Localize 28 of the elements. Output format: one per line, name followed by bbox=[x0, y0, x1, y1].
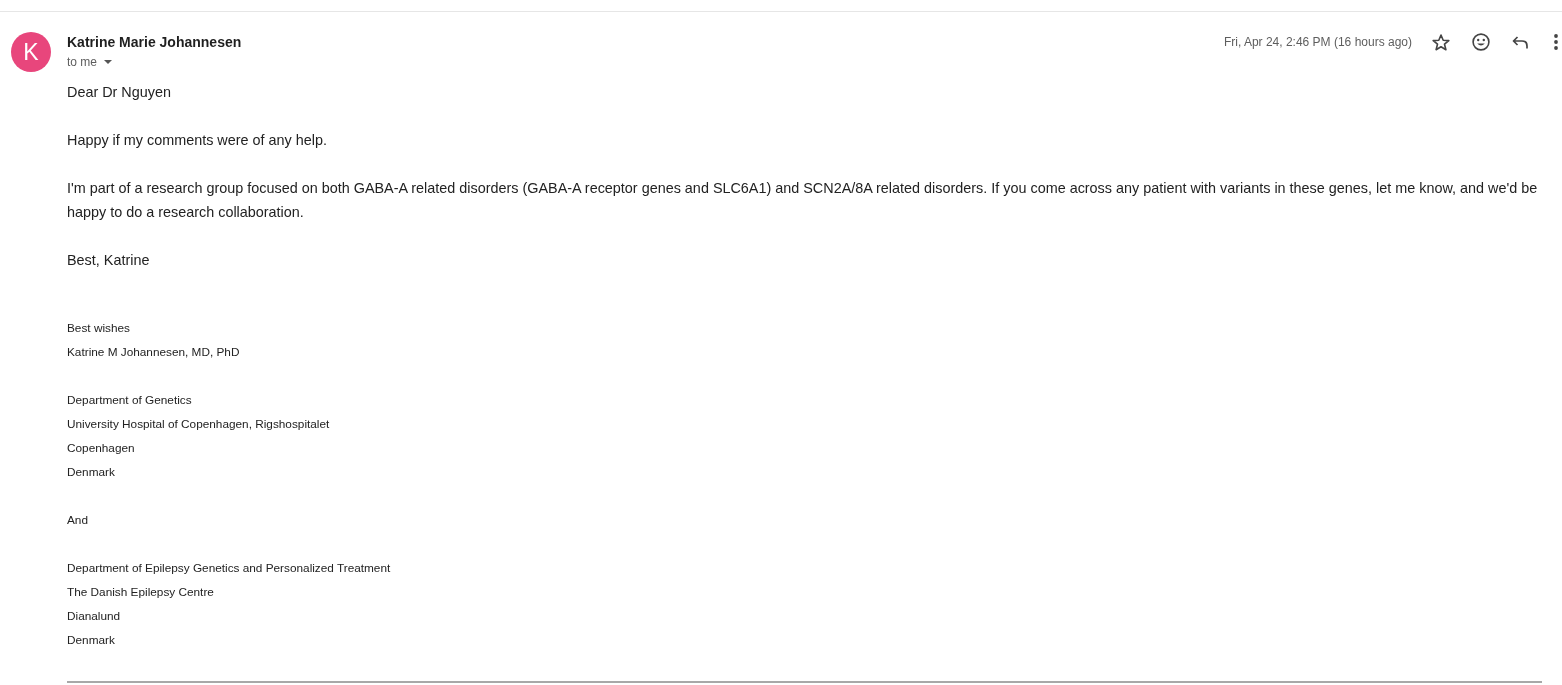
signature-line: Dianalund bbox=[67, 608, 121, 625]
signature-line: Department of Epilepsy Genetics and Personalized Treatment bbox=[67, 560, 391, 577]
message-paragraph: I'm part of a research group focused on both GABA-A related disorders (GABA-A receptor genes and SLC6A1) and SCN2A/8A related disorders. If you come across any patient with variants in these genes, let me know, and we'd be happy to do a research collaboration. bbox=[67, 179, 1539, 222]
caret-icon bbox=[104, 60, 112, 64]
signature-line: Copenhagen bbox=[67, 440, 135, 457]
signature-line: And bbox=[67, 512, 88, 529]
signature-line: Denmark bbox=[67, 464, 115, 481]
signature-line: Katrine M Johannesen, MD, PhD bbox=[67, 344, 240, 361]
smiley-icon bbox=[1472, 33, 1490, 51]
signature-line: The Danish Epilepsy Centre bbox=[67, 584, 214, 601]
message-paragraph: Dear Dr Nguyen bbox=[67, 83, 172, 102]
reply-button[interactable] bbox=[1512, 35, 1528, 49]
signature-line: University Hospital of Copenhagen, Rigshospitalet bbox=[67, 416, 330, 433]
signature-line: Denmark bbox=[67, 632, 115, 649]
message-paragraph: Best, Katrine bbox=[67, 251, 151, 270]
sender-avatar: K bbox=[11, 32, 51, 72]
more-icon bbox=[1554, 34, 1558, 50]
star-icon bbox=[1432, 33, 1450, 51]
recipients-toggle[interactable]: to me bbox=[67, 52, 242, 72]
signature-line: Department of Genetics bbox=[67, 392, 192, 409]
emoji-reaction-button[interactable] bbox=[1472, 33, 1490, 51]
signature-line: Best wishes bbox=[67, 320, 130, 337]
more-options-button[interactable] bbox=[1554, 34, 1558, 50]
star-button[interactable] bbox=[1432, 33, 1450, 51]
message-paragraph: Happy if my comments were of any help. bbox=[67, 131, 328, 150]
message-date: Fri, Apr 24, 2:46 PM (16 hours ago) bbox=[1223, 34, 1412, 51]
reply-icon bbox=[1512, 35, 1528, 49]
sender-name: Katrine Marie Johannesen bbox=[67, 33, 242, 52]
